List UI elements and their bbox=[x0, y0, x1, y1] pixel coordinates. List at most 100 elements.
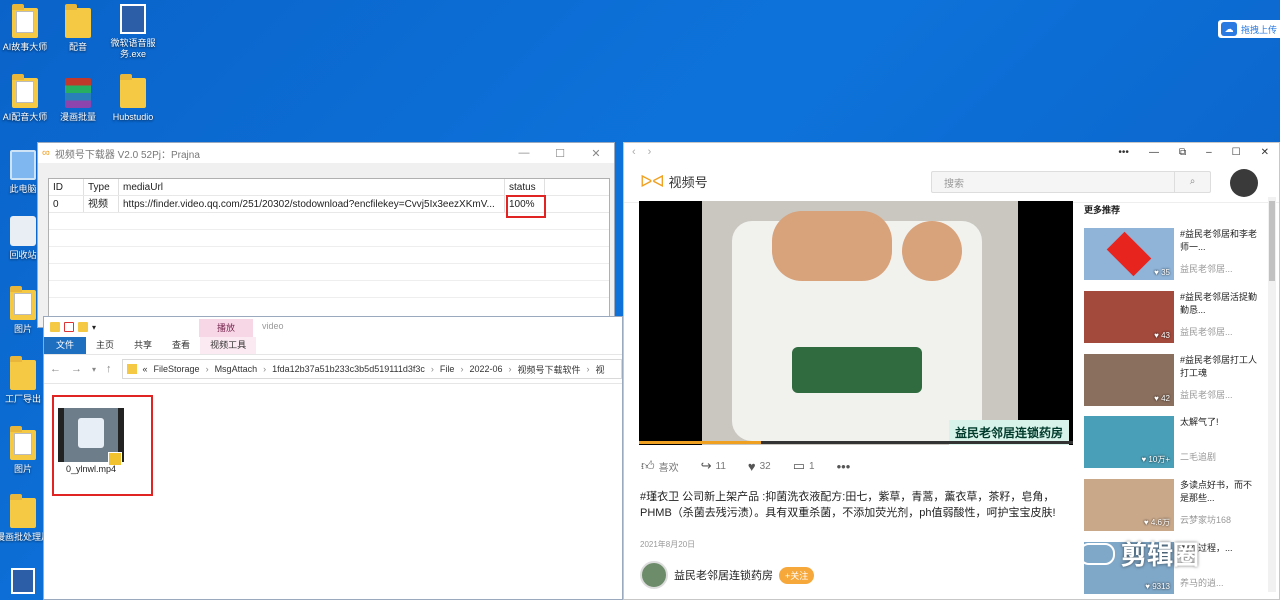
breadcrumb-item[interactable]: FileStorage bbox=[154, 364, 200, 374]
like-count: ♥ 35 bbox=[1154, 268, 1170, 277]
tab-share[interactable]: 共享 bbox=[124, 337, 162, 354]
video-actions: 👍︎ 喜欢 ↪ 11 ♥ 32 ▭ 1 ••• bbox=[641, 458, 850, 474]
tab-file[interactable]: 文件 bbox=[44, 337, 87, 354]
more-dots-icon: ••• bbox=[836, 458, 851, 474]
popout-icon[interactable]: ⧉ bbox=[1179, 147, 1186, 158]
browser-titlebar[interactable]: ‹ › ••• — ⧉ – ☐ ✕ bbox=[624, 143, 1279, 161]
recommendation-thumbnail: ♥ 42 bbox=[1084, 354, 1174, 406]
more-options-icon[interactable]: ••• bbox=[1118, 147, 1129, 158]
close-icon[interactable]: ✕ bbox=[578, 147, 614, 160]
recommendation-thumbnail: ♥ 4.6万 bbox=[1084, 479, 1174, 531]
avatar[interactable] bbox=[1230, 169, 1258, 197]
desktop-icon-speech-service[interactable]: 微软语音服务.exe bbox=[102, 4, 164, 60]
recommendation-author: 益民老邻居... bbox=[1180, 390, 1233, 400]
explorer-titlebar[interactable]: ▾ 播放 video bbox=[44, 317, 622, 337]
back-arrow-icon[interactable]: ← bbox=[50, 363, 61, 375]
desktop-icon-peiyin[interactable]: 配音 bbox=[47, 4, 109, 53]
recommendation-author: 益民老邻居... bbox=[1180, 264, 1233, 274]
heart-icon: ♥ bbox=[747, 458, 756, 474]
recommendation-item[interactable]: ♥ 43 #益民老邻居活捉勤勤恳... 益民老邻居... bbox=[1084, 291, 1269, 343]
table-header: ID Type mediaUrl status bbox=[49, 179, 609, 196]
recommendation-item[interactable]: ♥ 4.6万 多读点好书，而不是那些... 云梦家坊168 bbox=[1084, 479, 1269, 531]
search-input[interactable]: 搜索 ⌕ bbox=[931, 171, 1211, 193]
app-logo-icon: ∞ bbox=[42, 147, 50, 159]
share-button[interactable]: ↪ 11 bbox=[701, 458, 726, 474]
like-count: ♥ 43 bbox=[1154, 331, 1170, 340]
video-player[interactable]: 益民老邻居连锁药房 bbox=[639, 201, 1073, 445]
recommendation-thumbnail: ♥ 43 bbox=[1084, 291, 1174, 343]
video-bus-print bbox=[792, 347, 922, 393]
tab-video-tools[interactable]: 视频工具 bbox=[200, 337, 257, 354]
desktop-icon-hubstudio[interactable]: Hubstudio bbox=[102, 74, 164, 123]
back-icon[interactable]: ‹ bbox=[632, 146, 636, 158]
recommendation-author: 养马的逍... bbox=[1180, 578, 1224, 588]
heart-button[interactable]: ♥ 32 bbox=[748, 459, 771, 474]
folder-icon bbox=[10, 426, 36, 460]
column-header-status[interactable]: status bbox=[505, 179, 545, 195]
properties-icon[interactable] bbox=[64, 322, 74, 332]
window-title: 视频号下载器 V2.0 52Pj：Prajna bbox=[54, 149, 200, 161]
forward-arrow-icon[interactable]: → bbox=[71, 363, 82, 375]
recommendation-thumbnail: ♥ 10万+ bbox=[1084, 416, 1174, 468]
maximize-icon[interactable]: ☐ bbox=[542, 147, 578, 160]
up-arrow-icon[interactable]: ↑ bbox=[106, 363, 112, 375]
follow-button[interactable]: +关注 bbox=[779, 566, 815, 584]
context-tab-play[interactable]: 播放 bbox=[199, 319, 253, 337]
author-avatar[interactable] bbox=[640, 561, 668, 589]
recommendation-author: 益民老邻居... bbox=[1180, 327, 1233, 337]
explorer-title: video bbox=[262, 321, 284, 331]
downloader-titlebar[interactable]: ∞ 视频号下载器 V2.0 52Pj：Prajna — ☐ ✕ bbox=[38, 143, 614, 163]
tab-view[interactable]: 查看 bbox=[162, 337, 200, 354]
breadcrumb-item[interactable]: MsgAttach bbox=[215, 364, 258, 374]
new-folder-icon[interactable] bbox=[78, 322, 88, 332]
explorer-window: ▾ 播放 video 文件 主页 共享 查看 视频工具 ← → ▾ ↑ « Fi… bbox=[43, 316, 623, 600]
table-row-empty bbox=[49, 230, 609, 247]
chevron-right-icon: › bbox=[586, 364, 590, 374]
folder-icon bbox=[10, 356, 36, 390]
thumbs-up-icon: 👍︎ bbox=[641, 458, 655, 473]
video-progress-bar[interactable] bbox=[639, 441, 1073, 444]
comment-button[interactable]: ▭ 1 bbox=[793, 458, 815, 474]
recommendations-scrollbar[interactable] bbox=[1268, 197, 1276, 592]
recommendation-item[interactable]: ♥ 10万+ 太解气了! 二毛追剧 bbox=[1084, 416, 1269, 468]
scrollbar-thumb[interactable] bbox=[1269, 201, 1275, 281]
recommendation-title: 太解气了! bbox=[1180, 417, 1219, 427]
chevron-down-icon[interactable]: ▾ bbox=[92, 365, 96, 374]
channels-logo-icon: ᐅᐊ bbox=[640, 173, 665, 191]
like-button[interactable]: 👍︎ 喜欢 bbox=[641, 458, 679, 474]
more-button[interactable]: ••• bbox=[837, 459, 851, 474]
close-icon[interactable]: ✕ bbox=[1261, 147, 1269, 158]
recommendation-title: #益民老邻居打工人 打工魂 bbox=[1180, 355, 1258, 378]
table-row-empty bbox=[49, 264, 609, 281]
status-highlight-box bbox=[506, 195, 546, 218]
channels-header: ᐅᐊ 视频号 搜索 ⌕ bbox=[624, 161, 1279, 203]
recommendation-item[interactable]: ♥ 35 #益民老邻居和李老师一... 益民老邻居... bbox=[1084, 228, 1269, 280]
breadcrumb-item[interactable]: 2022-06 bbox=[469, 364, 502, 374]
column-header-type[interactable]: Type bbox=[84, 179, 119, 195]
column-header-mediaurl[interactable]: mediaUrl bbox=[119, 179, 505, 195]
chevron-down-icon[interactable]: ▾ bbox=[92, 323, 96, 332]
breadcrumb-item[interactable]: 1fda12b37a51b233c3b5d519111d3f3c bbox=[272, 364, 425, 374]
column-header-id[interactable]: ID bbox=[49, 179, 84, 195]
video-hand bbox=[772, 211, 892, 281]
like-count: ♥ 9313 bbox=[1145, 582, 1170, 591]
like-count: ♥ 10万+ bbox=[1141, 455, 1170, 464]
minimize-icon[interactable]: — bbox=[506, 147, 542, 160]
recommendation-item[interactable]: ♥ 42 #益民老邻居打工人 打工魂 益民老邻居... bbox=[1084, 354, 1269, 406]
maximize-icon[interactable]: ☐ bbox=[1232, 147, 1241, 158]
chevron-right-icon: › bbox=[205, 364, 209, 374]
desktop-icon-comic-batch[interactable]: 漫画批量 bbox=[47, 78, 109, 123]
author-name[interactable]: 益民老邻居连锁药房 bbox=[674, 567, 773, 583]
breadcrumb-item[interactable]: 视频号下载软件 bbox=[517, 363, 580, 376]
breadcrumb-item[interactable]: File bbox=[440, 364, 455, 374]
tab-home[interactable]: 主页 bbox=[86, 337, 124, 354]
breadcrumb-overflow[interactable]: « bbox=[143, 364, 148, 374]
minimize-window-icon[interactable]: – bbox=[1206, 147, 1212, 158]
forward-icon[interactable]: › bbox=[648, 146, 652, 158]
search-icon[interactable]: ⌕ bbox=[1174, 172, 1210, 192]
breadcrumb-item[interactable]: 视 bbox=[595, 363, 604, 376]
cloud-upload-button[interactable]: ☁ 拖拽上传 bbox=[1218, 20, 1280, 38]
breadcrumb[interactable]: « FileStorage › MsgAttach › 1fda12b37a51… bbox=[121, 359, 622, 379]
minimize-icon[interactable]: — bbox=[1149, 147, 1159, 158]
recommendation-thumbnail: ♥ 35 bbox=[1084, 228, 1174, 280]
